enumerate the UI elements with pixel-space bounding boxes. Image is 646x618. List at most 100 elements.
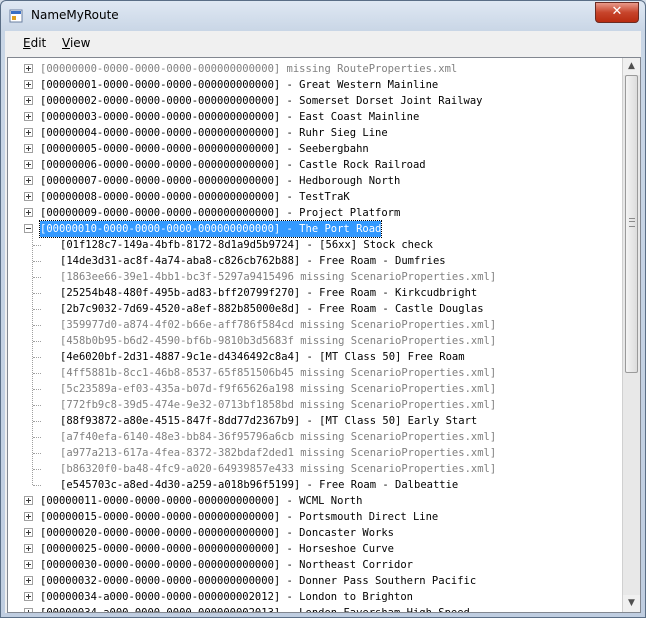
tree-node-scenario[interactable]: [b86320f0-ba48-4fc9-a020-64939857e433 mi… xyxy=(8,461,622,477)
tree-node-route[interactable]: [00000002-0000-0000-0000-000000000000] -… xyxy=(8,93,622,109)
scroll-up-button[interactable]: ▲ xyxy=(623,58,640,75)
tree-connector xyxy=(33,389,41,390)
tree-connector xyxy=(33,341,41,342)
expand-icon[interactable] xyxy=(24,496,33,505)
tree-connector xyxy=(33,261,41,262)
tree-node-route[interactable]: [00000034-a000-0000-0000-000000002012] -… xyxy=(8,589,622,605)
menu-view-accel: V xyxy=(62,36,70,50)
tree-node-label: [00000006-0000-0000-0000-000000000000] -… xyxy=(40,159,426,171)
tree-node-scenario[interactable]: [458b0b95-b6d2-4590-bf6b-9810b3d5683f mi… xyxy=(8,333,622,349)
tree-node-route[interactable]: [00000020-0000-0000-0000-000000000000] -… xyxy=(8,525,622,541)
menu-edit-rest: dit xyxy=(30,36,47,50)
tree-node-scenario[interactable]: [88f93872-a80e-4515-847f-8dd77d2367b9] -… xyxy=(8,413,622,429)
expand-icon[interactable] xyxy=(24,144,33,153)
expand-icon[interactable] xyxy=(24,112,33,121)
expand-icon[interactable] xyxy=(24,512,33,521)
tree-node-route[interactable]: [00000032-0000-0000-0000-000000000000] -… xyxy=(8,573,622,589)
expand-icon[interactable] xyxy=(24,576,33,585)
close-icon: ✕ xyxy=(611,4,623,19)
tree-connector xyxy=(33,373,41,374)
title-bar[interactable]: NameMyRoute ✕ xyxy=(1,1,645,31)
expand-icon[interactable] xyxy=(24,128,33,137)
tree-connector xyxy=(33,245,41,246)
expand-icon[interactable] xyxy=(24,544,33,553)
scroll-down-button[interactable]: ▼ xyxy=(623,595,640,612)
close-button[interactable]: ✕ xyxy=(595,2,639,23)
window-title: NameMyRoute xyxy=(31,8,119,22)
tree-node-route[interactable]: [00000005-0000-0000-0000-000000000000] -… xyxy=(8,141,622,157)
tree-node-label: [1863ee66-39e1-4bb1-bc3f-5297a9415496 mi… xyxy=(60,271,497,283)
tree-node-label: [00000002-0000-0000-0000-000000000000] -… xyxy=(40,95,483,107)
menu-edit[interactable]: Edit xyxy=(23,36,46,50)
tree-node-scenario[interactable]: [4ff5881b-8cc1-46b8-8537-65f851506b45 mi… xyxy=(8,365,622,381)
tree-node-route[interactable]: [00000015-0000-0000-0000-000000000000] -… xyxy=(8,509,622,525)
tree-node-route[interactable]: [00000030-0000-0000-0000-000000000000] -… xyxy=(8,557,622,573)
tree-node-route[interactable]: [00000001-0000-0000-0000-000000000000] -… xyxy=(8,77,622,93)
tree-connector-vertical xyxy=(32,234,33,485)
tree-node-label: [00000000-0000-0000-0000-000000000000] m… xyxy=(40,63,458,75)
tree-node-route[interactable]: [00000000-0000-0000-0000-000000000000] m… xyxy=(8,61,622,77)
expand-icon[interactable] xyxy=(24,528,33,537)
tree-node-scenario[interactable]: [5c23589a-ef03-435a-b07d-f9f65626a198 mi… xyxy=(8,381,622,397)
menu-view[interactable]: View xyxy=(62,36,90,50)
tree-node-label: [00000003-0000-0000-0000-000000000000] -… xyxy=(40,111,420,123)
expand-icon[interactable] xyxy=(24,176,33,185)
tree-node-route[interactable]: [00000006-0000-0000-0000-000000000000] -… xyxy=(8,157,622,173)
tree-node-label: [b86320f0-ba48-4fc9-a020-64939857e433 mi… xyxy=(60,463,497,475)
app-window: NameMyRoute ✕ Edit View [00000000-0000-0… xyxy=(0,0,646,618)
tree-node-scenario[interactable]: [25254b48-480f-495b-ad83-bff20799f270] -… xyxy=(8,285,622,301)
tree-node-label: [88f93872-a80e-4515-847f-8dd77d2367b9] -… xyxy=(60,415,478,427)
expand-icon[interactable] xyxy=(24,160,33,169)
client-area: Edit View [00000000-0000-0000-0000-00000… xyxy=(5,31,641,613)
tree-node-scenario[interactable]: [a977a213-617a-4fea-8372-382bdaf2ded1 mi… xyxy=(8,445,622,461)
expand-icon[interactable] xyxy=(24,96,33,105)
tree-node-label: [00000034-a000-0000-0000-000000002013] -… xyxy=(40,607,470,613)
tree-node-label: [772fb9c8-39d5-474e-9e32-0713bf1858bd mi… xyxy=(60,399,497,411)
vertical-scrollbar[interactable]: ▲ ▼ xyxy=(622,58,640,612)
expand-icon[interactable] xyxy=(24,208,33,217)
scroll-thumb[interactable] xyxy=(625,75,638,373)
tree-connector xyxy=(33,469,41,470)
collapse-icon[interactable] xyxy=(24,224,33,233)
expand-icon[interactable] xyxy=(24,64,33,73)
tree-node-route[interactable]: [00000007-0000-0000-0000-000000000000] -… xyxy=(8,173,622,189)
tree-node-scenario[interactable]: [4e6020bf-2d31-4887-9c1e-d4346492c8a4] -… xyxy=(8,349,622,365)
tree-node-label: [458b0b95-b6d2-4590-bf6b-9810b3d5683f mi… xyxy=(60,335,497,347)
tree-node-route[interactable]: [00000003-0000-0000-0000-000000000000] -… xyxy=(8,109,622,125)
tree-node-label: [14de3d31-ac8f-4a74-aba8-c826cb762b88] -… xyxy=(60,255,446,267)
tree-node-label: [4ff5881b-8cc1-46b8-8537-65f851506b45 mi… xyxy=(60,367,497,379)
tree-node-scenario[interactable]: [772fb9c8-39d5-474e-9e32-0713bf1858bd mi… xyxy=(8,397,622,413)
tree-connector xyxy=(33,293,41,294)
tree-node-label: [2b7c9032-7d69-4520-a8ef-882b85000e8d] -… xyxy=(60,303,484,315)
route-tree-view[interactable]: [00000000-0000-0000-0000-000000000000] m… xyxy=(7,57,641,613)
tree-node-route[interactable]: [00000025-0000-0000-0000-000000000000] -… xyxy=(8,541,622,557)
tree-connector xyxy=(33,277,41,278)
tree-node-scenario[interactable]: [2b7c9032-7d69-4520-a8ef-882b85000e8d] -… xyxy=(8,301,622,317)
tree-node-label: [00000008-0000-0000-0000-000000000000] -… xyxy=(40,191,350,203)
tree-node-label: [4e6020bf-2d31-4887-9c1e-d4346492c8a4] -… xyxy=(60,351,465,363)
tree-node-label: [01f128c7-149a-4bfb-8172-8d1a9d5b9724] -… xyxy=(60,239,433,251)
expand-icon[interactable] xyxy=(24,560,33,569)
tree-node-scenario[interactable]: [e545703c-a8ed-4d30-a259-a018b96f5199] -… xyxy=(8,477,622,493)
tree-connector xyxy=(33,421,41,422)
tree-node-scenario[interactable]: [01f128c7-149a-4bfb-8172-8d1a9d5b9724] -… xyxy=(8,237,622,253)
tree-node-label: [00000020-0000-0000-0000-000000000000] -… xyxy=(40,527,395,539)
tree-node-route[interactable]: [00000004-0000-0000-0000-000000000000] -… xyxy=(8,125,622,141)
tree-node-scenario[interactable]: [a7f40efa-6140-48e3-bb84-36f95796a6cb mi… xyxy=(8,429,622,445)
tree-connector xyxy=(33,485,41,486)
expand-icon[interactable] xyxy=(24,80,33,89)
tree-node-scenario[interactable]: [1863ee66-39e1-4bb1-bc3f-5297a9415496 mi… xyxy=(8,269,622,285)
tree-node-route[interactable]: [00000009-0000-0000-0000-000000000000] -… xyxy=(8,205,622,221)
expand-icon[interactable] xyxy=(24,192,33,201)
tree-node-scenario[interactable]: [359977d0-a874-4f02-b66e-aff786f584cd mi… xyxy=(8,317,622,333)
tree-node-label: [00000004-0000-0000-0000-000000000000] -… xyxy=(40,127,388,139)
expand-icon[interactable] xyxy=(24,608,33,612)
tree-connector xyxy=(33,357,41,358)
tree-node-label: [00000010-0000-0000-0000-000000000000] -… xyxy=(38,220,383,238)
expand-icon[interactable] xyxy=(24,592,33,601)
tree-node-route[interactable]: [00000010-0000-0000-0000-000000000000] -… xyxy=(8,220,622,238)
tree-node-route[interactable]: [00000008-0000-0000-0000-000000000000] -… xyxy=(8,189,622,205)
tree-node-route[interactable]: [00000034-a000-0000-0000-000000002013] -… xyxy=(8,605,622,613)
tree-node-route[interactable]: [00000011-0000-0000-0000-000000000000] -… xyxy=(8,493,622,509)
tree-node-scenario[interactable]: [14de3d31-ac8f-4a74-aba8-c826cb762b88] -… xyxy=(8,253,622,269)
